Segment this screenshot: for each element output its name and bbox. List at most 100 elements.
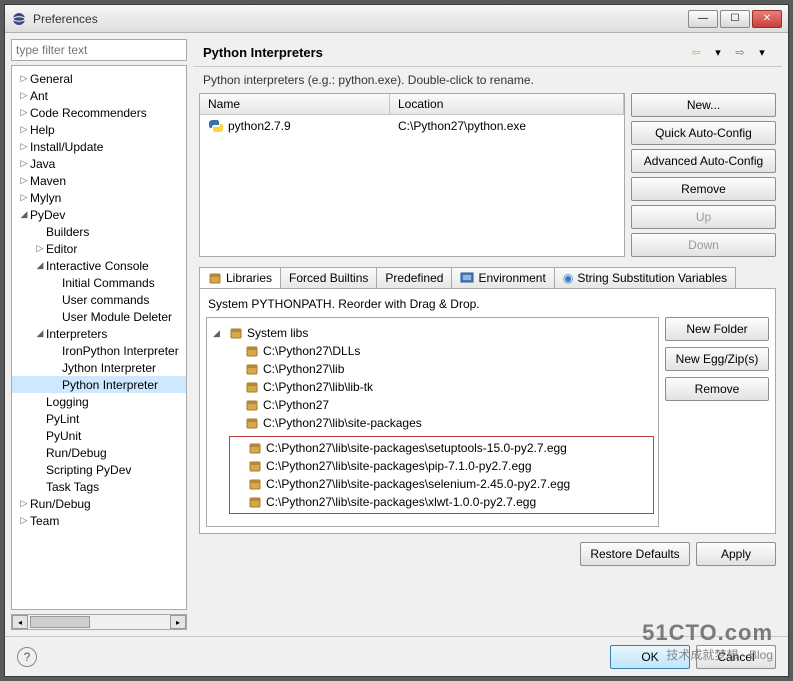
libs-root[interactable]: ◢System libs [211, 324, 654, 342]
expand-icon[interactable]: ▷ [18, 90, 30, 101]
lib-item[interactable]: C:\Python27 [211, 396, 654, 414]
apply-button[interactable]: Apply [696, 542, 776, 566]
tree-item[interactable]: Logging [12, 393, 186, 410]
tabs: Libraries Forced Builtins Predefined Env… [199, 267, 776, 288]
interpreters-table[interactable]: Name Location python2.7.9 C:\Python27\py… [199, 93, 625, 257]
expand-icon[interactable]: ▷ [18, 73, 30, 84]
expand-icon[interactable]: ▷ [18, 141, 30, 152]
remove-button[interactable]: Remove [631, 177, 776, 201]
nav-tree[interactable]: ▷General▷Ant▷Code Recommenders▷Help▷Inst… [11, 65, 187, 610]
expand-icon[interactable]: ▷ [18, 515, 30, 526]
tree-item[interactable]: ◢Interpreters [12, 325, 186, 342]
help-icon[interactable]: ? [17, 647, 37, 667]
new-folder-button[interactable]: New Folder [665, 317, 769, 341]
up-button[interactable]: Up [631, 205, 776, 229]
new-egg-button[interactable]: New Egg/Zip(s) [665, 347, 769, 371]
tree-item[interactable]: ▷Code Recommenders [12, 104, 186, 121]
tree-item[interactable]: PyUnit [12, 427, 186, 444]
expand-icon[interactable]: ◢ [34, 328, 46, 339]
expand-icon[interactable]: ▷ [18, 498, 30, 509]
tree-item[interactable]: PyLint [12, 410, 186, 427]
tree-item[interactable]: ▷Help [12, 121, 186, 138]
tree-item[interactable]: Python Interpreter [12, 376, 186, 393]
tree-item[interactable]: IronPython Interpreter [12, 342, 186, 359]
advanced-auto-config-button[interactable]: Advanced Auto-Config [631, 149, 776, 173]
lib-item[interactable]: C:\Python27\lib\lib-tk [211, 378, 654, 396]
scroll-left-icon[interactable]: ◂ [12, 615, 28, 629]
tree-item[interactable]: ◢PyDev [12, 206, 186, 223]
tree-item[interactable]: ▷Maven [12, 172, 186, 189]
tree-item[interactable]: ▷Run/Debug [12, 495, 186, 512]
tree-item[interactable]: ▷Team [12, 512, 186, 529]
expand-icon[interactable]: ▷ [18, 124, 30, 135]
col-name[interactable]: Name [200, 94, 390, 114]
lib-item[interactable]: C:\Python27\lib\site-packages\pip-7.1.0-… [232, 457, 651, 475]
titlebar[interactable]: Preferences — ☐ ✕ [5, 5, 788, 33]
lib-item[interactable]: C:\Python27\lib\site-packages\selenium-2… [232, 475, 651, 493]
lib-item[interactable]: C:\Python27\lib\site-packages [211, 414, 654, 432]
preferences-window: Preferences — ☐ ✕ ▷General▷Ant▷Code Reco… [4, 4, 789, 677]
tab-environment[interactable]: Environment [451, 267, 554, 288]
horizontal-scrollbar[interactable]: ◂ ▸ [11, 614, 187, 630]
jar-icon [229, 326, 243, 340]
interp-name: python2.7.9 [228, 119, 398, 133]
expand-icon[interactable]: ▷ [18, 158, 30, 169]
tree-item[interactable]: ▷Java [12, 155, 186, 172]
filter-input[interactable] [11, 39, 187, 61]
close-button[interactable]: ✕ [752, 10, 782, 28]
libs-tree[interactable]: ◢System libsC:\Python27\DLLsC:\Python27\… [206, 317, 659, 527]
expand-icon[interactable]: ▷ [18, 175, 30, 186]
forward-menu-icon[interactable]: ▾ [752, 44, 772, 62]
minimize-button[interactable]: — [688, 10, 718, 28]
maximize-button[interactable]: ☐ [720, 10, 750, 28]
tree-item[interactable]: ▷Editor [12, 240, 186, 257]
tab-predefined[interactable]: Predefined [376, 267, 452, 288]
tree-item[interactable]: ▷General [12, 70, 186, 87]
tree-item[interactable]: ▷Mylyn [12, 189, 186, 206]
expand-icon[interactable]: ▷ [18, 192, 30, 203]
tree-item[interactable]: Run/Debug [12, 444, 186, 461]
tab-forced-builtins[interactable]: Forced Builtins [280, 267, 377, 288]
lib-item[interactable]: C:\Python27\lib [211, 360, 654, 378]
eclipse-icon [11, 11, 27, 27]
tree-item[interactable]: Scripting PyDev [12, 461, 186, 478]
down-button[interactable]: Down [631, 233, 776, 257]
forward-icon[interactable]: ⇨ [730, 44, 750, 62]
scroll-thumb[interactable] [30, 616, 90, 628]
lib-item[interactable]: C:\Python27\lib\site-packages\setuptools… [232, 439, 651, 457]
expand-icon[interactable]: ◢ [213, 328, 225, 339]
tree-item[interactable]: Initial Commands [12, 274, 186, 291]
tree-item[interactable]: User commands [12, 291, 186, 308]
back-icon[interactable]: ⇦ [686, 44, 706, 62]
expand-icon[interactable]: ▷ [18, 107, 30, 118]
tree-item-label: Initial Commands [62, 276, 155, 290]
tree-item[interactable]: User Module Deleter [12, 308, 186, 325]
tree-item[interactable]: Builders [12, 223, 186, 240]
table-row[interactable]: python2.7.9 C:\Python27\python.exe [200, 115, 624, 137]
remove-lib-button[interactable]: Remove [665, 377, 769, 401]
back-menu-icon[interactable]: ▾ [708, 44, 728, 62]
expand-icon[interactable]: ◢ [18, 209, 30, 220]
tree-item[interactable]: ▷Ant [12, 87, 186, 104]
tab-libraries[interactable]: Libraries [199, 267, 281, 288]
cancel-button[interactable]: Cancel [696, 645, 776, 669]
tree-item[interactable]: ▷Install/Update [12, 138, 186, 155]
tree-item[interactable]: Task Tags [12, 478, 186, 495]
scroll-right-icon[interactable]: ▸ [170, 615, 186, 629]
new-button[interactable]: New... [631, 93, 776, 117]
window-title: Preferences [33, 12, 688, 26]
lib-item[interactable]: C:\Python27\DLLs [211, 342, 654, 360]
expand-icon[interactable]: ◢ [34, 260, 46, 271]
tree-item-label: User commands [62, 293, 149, 307]
expand-icon[interactable]: ▷ [34, 243, 46, 254]
tree-item-label: User Module Deleter [62, 310, 172, 324]
tab-string-substitution[interactable]: ◉ String Substitution Variables [554, 267, 736, 288]
lib-item[interactable]: C:\Python27\lib\site-packages\xlwt-1.0.0… [232, 493, 651, 511]
col-location[interactable]: Location [390, 94, 624, 114]
tree-item[interactable]: Jython Interpreter [12, 359, 186, 376]
tree-item[interactable]: ◢Interactive Console [12, 257, 186, 274]
ok-button[interactable]: OK [610, 645, 690, 669]
restore-defaults-button[interactable]: Restore Defaults [580, 542, 690, 566]
quick-auto-config-button[interactable]: Quick Auto-Config [631, 121, 776, 145]
tree-item-label: Mylyn [30, 191, 61, 205]
